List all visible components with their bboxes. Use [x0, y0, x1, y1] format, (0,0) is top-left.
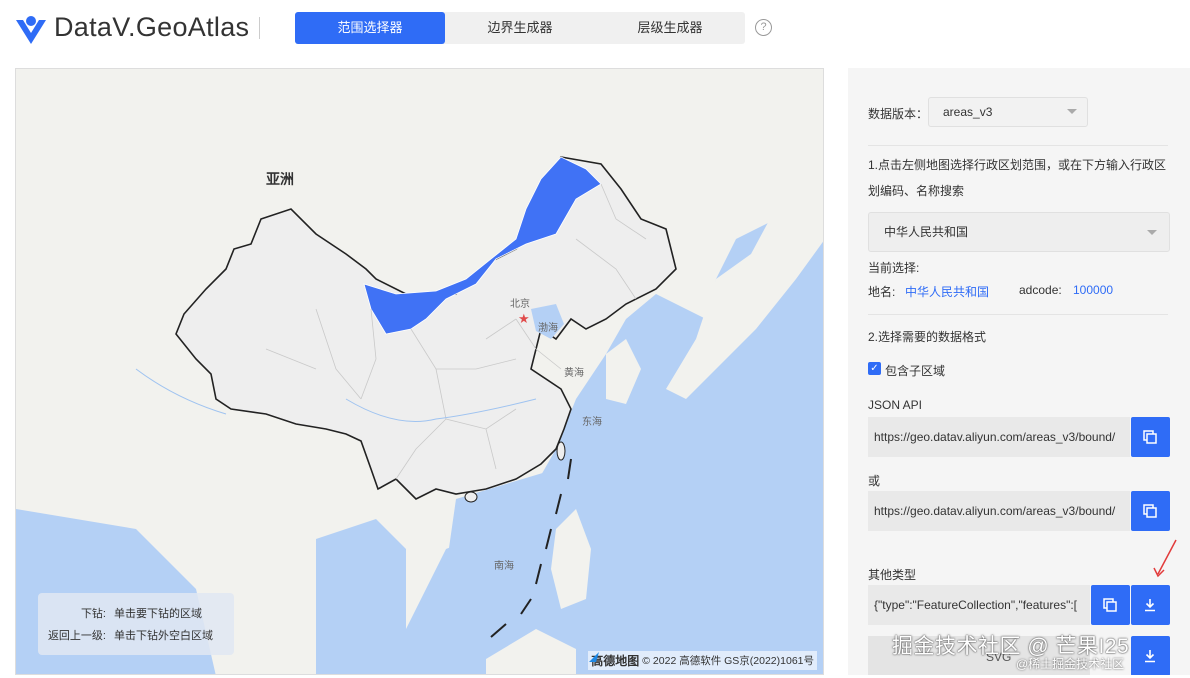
json-api-label: JSON API	[868, 398, 923, 412]
title-divider	[259, 17, 260, 39]
nanhai-label: 南海	[494, 561, 514, 572]
json-api-url-field[interactable]: https://geo.datav.aliyun.com/areas_v3/bo…	[868, 417, 1130, 457]
legend-row-drilldown: 下钻: 单击要下钻的区域	[38, 605, 234, 621]
legend-value: 单击要下钻的区域	[114, 608, 202, 620]
region-search-value: 中华人民共和国	[884, 225, 969, 239]
region-search-select[interactable]: 中华人民共和国	[868, 212, 1170, 252]
copy-button[interactable]	[1131, 417, 1170, 457]
korea-land	[606, 339, 641, 404]
adcode-value[interactable]: 100000	[1073, 283, 1113, 297]
taiwan-island	[556, 441, 566, 461]
legend-key: 返回上一级:	[47, 630, 106, 642]
bay-of-bengal	[316, 519, 406, 674]
tab-boundary-generator[interactable]: 边界生成器	[445, 12, 595, 44]
help-icon[interactable]: ?	[755, 19, 772, 36]
copy-icon	[1143, 504, 1157, 518]
beijing-label: 北京	[510, 299, 530, 310]
version-label: 数据版本：	[868, 107, 929, 121]
datav-logo-icon[interactable]	[14, 12, 48, 46]
copy-button[interactable]	[1091, 585, 1130, 625]
version-value: areas_v3	[943, 105, 993, 119]
map-canvas[interactable]: ★	[16, 69, 824, 675]
amap-logo-icon	[589, 652, 600, 662]
app-title[interactable]: DataV.GeoAtlas	[54, 12, 249, 43]
watermark-subtext: @稀土掘金技术社区	[1016, 657, 1125, 671]
bohai-label: 渤海	[538, 323, 558, 334]
name-value[interactable]: 中华人民共和国	[905, 283, 989, 300]
mode-tabs: 范围选择器 边界生成器 层级生成器	[295, 12, 745, 44]
include-children-checkbox[interactable]: ✓	[868, 362, 881, 375]
or-label: 或	[868, 474, 881, 488]
copy-button[interactable]	[1131, 491, 1170, 531]
donghai-label: 东海	[582, 417, 602, 428]
step2-label: 2.选择需要的数据格式	[868, 330, 987, 344]
legend-value: 单击下钻外空白区域	[114, 630, 213, 642]
other-types-field[interactable]: {"type":"FeatureCollection","features":[	[868, 585, 1090, 625]
include-children-label[interactable]: 包含子区域	[885, 362, 945, 379]
chevron-down-icon	[1067, 109, 1077, 114]
divider	[868, 145, 1168, 146]
divider	[868, 314, 1168, 315]
chevron-down-icon	[1147, 230, 1157, 235]
json-api-url-field-2[interactable]: https://geo.datav.aliyun.com/areas_v3/bo…	[868, 491, 1130, 531]
other-types-label: 其他类型	[868, 568, 917, 582]
copy-icon	[1103, 598, 1117, 612]
huanghai-label: 黄海	[564, 368, 584, 379]
legend-row-back: 返回上一级: 单击下钻外空白区域	[38, 627, 234, 643]
hainan-island	[464, 491, 478, 503]
config-panel: 数据版本： areas_v3 1.点击左侧地图选择行政区划范围，或在下方输入行政…	[848, 68, 1190, 675]
beijing-star-icon: ★	[518, 311, 530, 326]
download-icon	[1145, 599, 1155, 612]
map-copyright: 高德地图 © 2022 高德软件 GS京(2022)1061号	[588, 651, 817, 670]
download-icon	[1145, 650, 1155, 663]
map-legend: 下钻: 单击要下钻的区域 返回上一级: 单击下钻外空白区域	[38, 593, 234, 655]
download-button[interactable]	[1131, 585, 1170, 625]
current-selection-label: 当前选择:	[868, 261, 920, 275]
tab-level-generator[interactable]: 层级生成器	[595, 12, 745, 44]
top-bar: DataV.GeoAtlas 范围选择器 边界生成器 层级生成器 ?	[0, 0, 1190, 60]
svg-download-button[interactable]	[1131, 636, 1170, 675]
legend-key: 下钻:	[80, 608, 106, 620]
copy-icon	[1143, 430, 1157, 444]
copyright-text: © 2022 高德软件 GS京(2022)1061号	[642, 655, 814, 667]
annotation-arrow-icon	[1153, 539, 1177, 578]
map-view[interactable]: ★ 亚洲 北京 渤海 黄海 东海 南海 下钻: 单击要下钻的区域 返回上一级: …	[15, 68, 824, 675]
tab-range-selector[interactable]: 范围选择器	[295, 12, 445, 44]
name-label: 地名:	[868, 285, 896, 299]
adcode-label: adcode:	[1019, 283, 1062, 297]
continent-label: 亚洲	[266, 171, 294, 187]
step1-instructions: 1.点击左侧地图选择行政区划范围，或在下方输入行政区划编码、名称搜索	[868, 158, 1167, 198]
version-select[interactable]: areas_v3	[928, 97, 1088, 127]
